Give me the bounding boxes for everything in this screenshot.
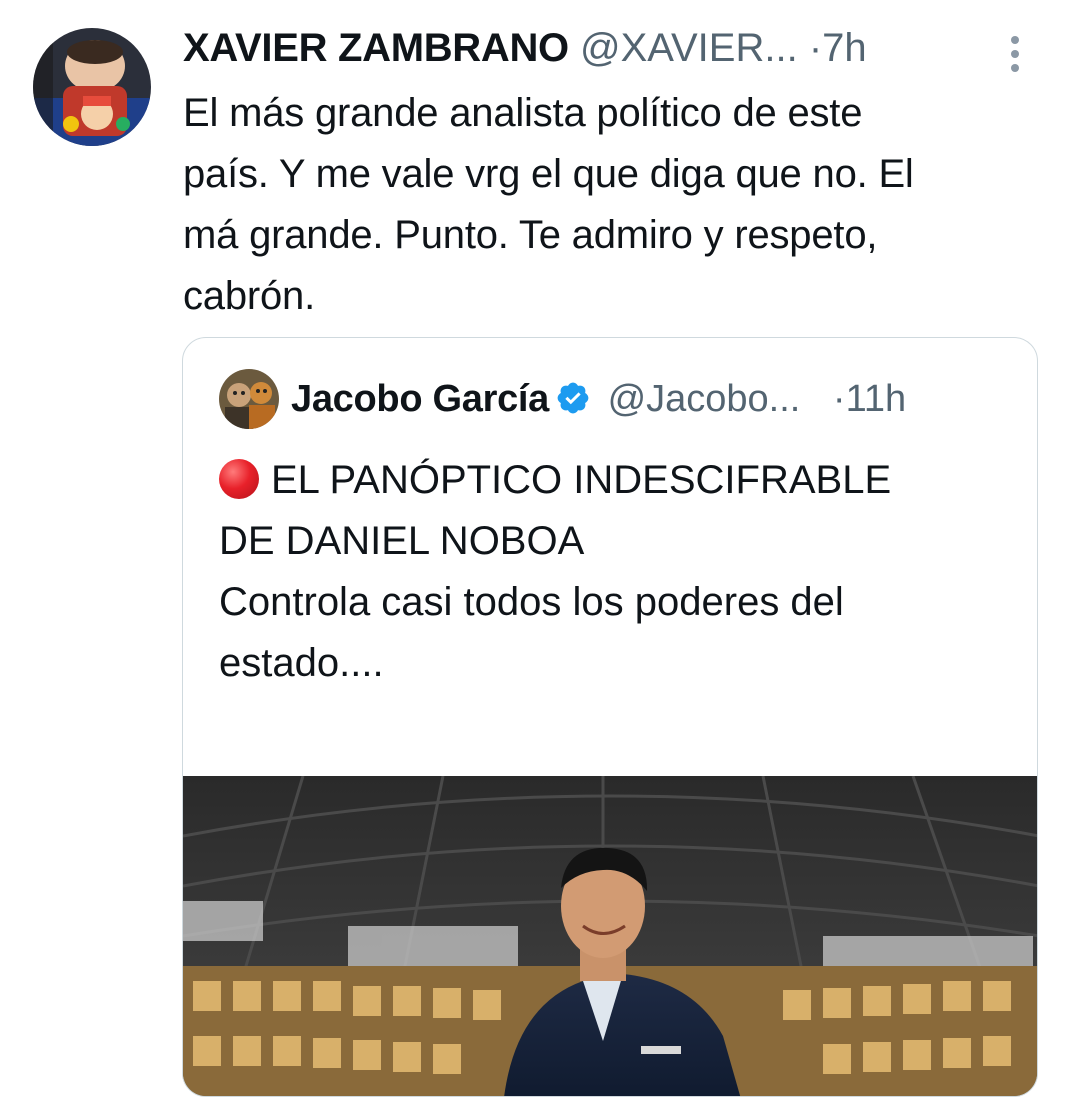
avatar-image bbox=[33, 28, 151, 146]
quoted-line-4: Controla casi todos los poderes del bbox=[219, 580, 844, 624]
quoted-author-avatar[interactable] bbox=[219, 369, 279, 429]
author-avatar[interactable] bbox=[33, 28, 151, 146]
quoted-tweet-text: EL PANÓPTICO INDESCIFRABLE DE DANIEL NOB… bbox=[219, 450, 1009, 694]
panopticon-photo bbox=[183, 776, 1037, 1096]
quoted-author-handle[interactable]: @Jacobo... bbox=[608, 378, 801, 420]
tweet-time[interactable]: 7h bbox=[822, 26, 867, 70]
red-circle-icon bbox=[219, 459, 259, 499]
quoted-line-1: EL PANÓPTICO INDESCIFRABLE bbox=[219, 450, 1009, 511]
author-handle[interactable]: @XAVIER... bbox=[580, 26, 798, 70]
tweet-header: XAVIER ZAMBRANO @XAVIER... ·7h bbox=[183, 22, 1033, 74]
author-name[interactable]: XAVIER ZAMBRANO bbox=[183, 26, 569, 70]
quoted-line-1-text: EL PANÓPTICO INDESCIFRABLE bbox=[271, 458, 892, 502]
quoted-tweet-header: Jacobo García @Jacobo... ·11h bbox=[291, 373, 1011, 425]
more-vertical-icon[interactable] bbox=[1002, 34, 1028, 74]
quoted-author-name[interactable]: Jacobo García bbox=[291, 378, 549, 420]
quoted-tweet-image[interactable] bbox=[183, 776, 1037, 1096]
quoted-line-5: estado.... bbox=[219, 641, 384, 685]
quoted-avatar-image bbox=[219, 369, 279, 429]
separator-dot: · bbox=[808, 26, 823, 70]
quoted-tweet[interactable]: Jacobo García @Jacobo... ·11h EL PANÓPTI… bbox=[182, 337, 1038, 1097]
verified-badge-icon bbox=[555, 378, 591, 414]
quoted-line-2: DE DANIEL NOBOA bbox=[219, 519, 585, 563]
quoted-tweet-time[interactable]: 11h bbox=[846, 378, 907, 420]
tweet-text: El más grande analista político de este … bbox=[183, 91, 914, 318]
quoted-separator-dot: · bbox=[832, 378, 846, 420]
